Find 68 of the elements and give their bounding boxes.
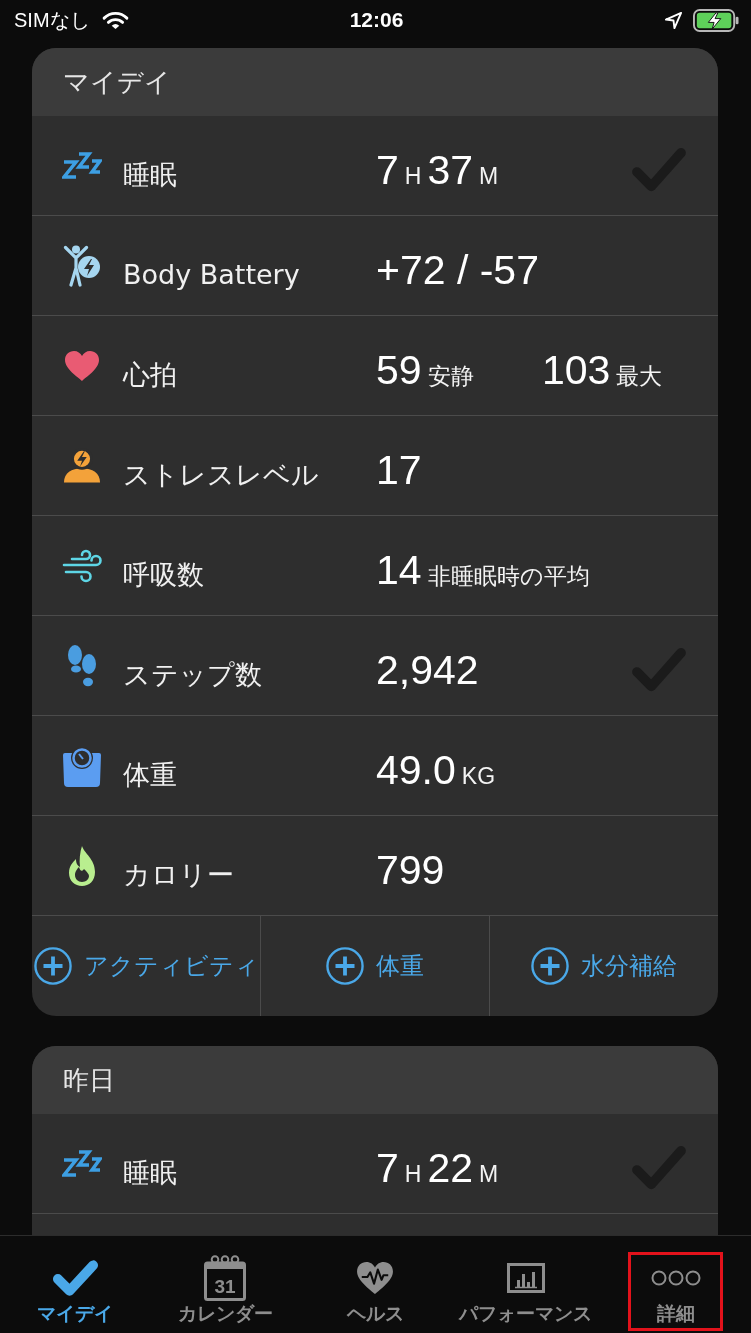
metric-row[interactable]: ストレスレベル 17	[32, 416, 718, 516]
metric-value: 7	[376, 1145, 399, 1192]
heart-pulse-icon	[356, 1261, 395, 1295]
tab[interactable]: ヘルス	[328, 1252, 423, 1331]
footprints-icon	[67, 644, 97, 687]
battery-icon	[693, 8, 739, 32]
metric-value: 799	[376, 847, 445, 894]
metric-value: 59	[376, 347, 422, 394]
card-title: 昨日	[63, 1063, 115, 1097]
metric-value: +72 / -57	[376, 247, 539, 294]
tab[interactable]: 詳細	[628, 1252, 724, 1331]
card-title: マイデイ	[63, 65, 171, 99]
location-arrow-icon	[664, 10, 683, 30]
checkmark-icon	[51, 1258, 99, 1298]
tab[interactable]: 31 カレンダー	[170, 1252, 280, 1331]
metric-label: 心拍	[123, 357, 178, 392]
metric-row[interactable]: 体重 49.0 KG	[32, 716, 718, 816]
add-button[interactable]: 体重	[260, 916, 489, 1016]
zzz-icon	[62, 1150, 102, 1177]
metric-value: 49.0	[376, 747, 456, 794]
metric-unit: 最大	[616, 362, 663, 391]
tab[interactable]: パフォーマンス	[452, 1252, 600, 1331]
metric-value: 14	[376, 547, 422, 594]
metric-unit: M	[479, 163, 499, 190]
metric-row[interactable]: 呼吸数 14 非睡眠時の平均	[32, 516, 718, 616]
metric-unit: KG	[461, 763, 496, 790]
add-button[interactable]: 水分補給	[489, 916, 718, 1016]
metric-label: ストレスレベル	[123, 457, 320, 492]
metric-label: Body Battery	[123, 258, 301, 290]
clock-time: 12:06	[349, 8, 404, 32]
metric-value: 103	[542, 347, 611, 394]
zzz-icon	[62, 152, 102, 179]
metric-unit: H	[404, 163, 422, 190]
metric-unit: 非睡眠時の平均	[427, 562, 590, 591]
more-icon	[650, 1270, 701, 1286]
metric-label: 呼吸数	[123, 557, 205, 592]
metric-label: 睡眠	[123, 157, 178, 192]
add-button[interactable]: アクティビティ	[32, 916, 260, 1016]
plus-circle-icon	[33, 947, 72, 985]
plus-circle-icon	[326, 947, 364, 985]
metric-unit: H	[404, 1161, 422, 1188]
carrier-label: SIMなし	[14, 7, 90, 33]
metric-row[interactable]: 睡眠 7 H 37 M	[32, 116, 718, 216]
heart-icon	[64, 349, 100, 382]
metric-value: 7	[376, 147, 399, 194]
bar-chart-icon	[506, 1263, 545, 1293]
metric-unit: 安静	[427, 362, 474, 391]
metric-row[interactable]: ステップ数 2,942	[32, 616, 718, 716]
wind-icon	[62, 548, 102, 583]
metric-label: カロリー	[123, 857, 235, 892]
tab[interactable]: マイデイ	[27, 1252, 123, 1331]
metric-unit: M	[479, 1161, 499, 1188]
metric-label: 睡眠	[123, 1155, 178, 1190]
metric-value: 2,942	[376, 647, 479, 694]
metric-row[interactable]: 睡眠 7 H 22 M	[32, 1114, 718, 1214]
metric-row[interactable]: カロリー 799	[32, 816, 718, 916]
metric-value: 17	[376, 447, 422, 494]
metric-row[interactable]: Body Battery +72 / -57	[32, 216, 718, 316]
person-bolt-icon	[63, 244, 101, 287]
flame-icon	[68, 844, 96, 887]
bust-bolt-icon	[63, 447, 101, 484]
wifi-icon	[101, 10, 129, 30]
metric-label: ステップ数	[123, 657, 263, 692]
metric-label: 体重	[123, 757, 178, 792]
plus-circle-icon	[531, 947, 569, 985]
metric-row[interactable]: 心拍 59 安静 103 最大	[32, 316, 718, 416]
metric-value: 22	[427, 1145, 474, 1192]
metric-value: 37	[427, 147, 474, 194]
